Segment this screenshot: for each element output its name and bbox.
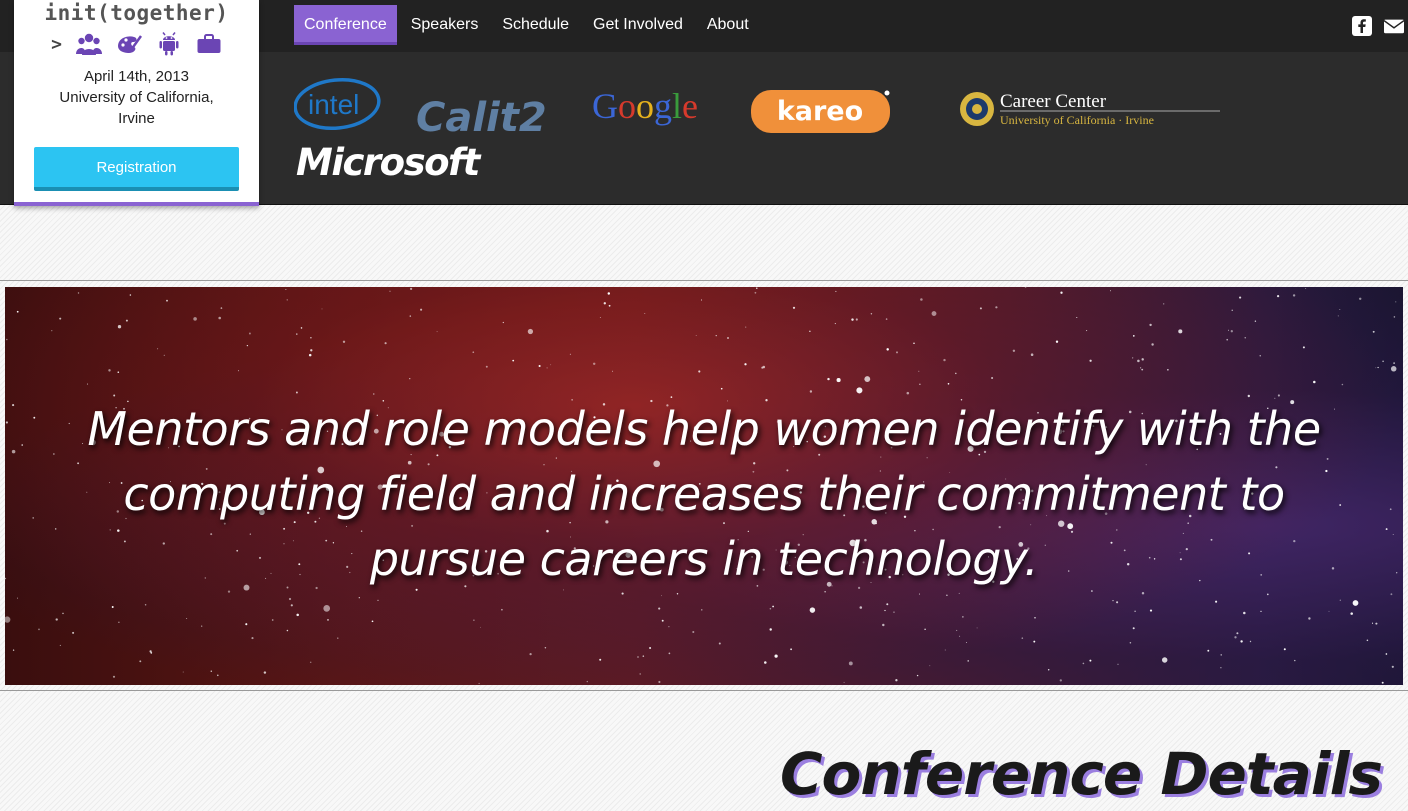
career-center-title: Career Center — [1000, 91, 1107, 112]
envelope-icon[interactable] — [1384, 16, 1404, 36]
nav-item-conference[interactable]: Conference — [294, 5, 397, 45]
android-icon — [159, 32, 179, 56]
event-location-line1: University of California, — [59, 89, 214, 106]
palette-icon — [117, 35, 142, 53]
hero-bottom-divider — [0, 690, 1408, 691]
nav-item-schedule[interactable]: Schedule — [492, 5, 579, 45]
hero-banner: Mentors and role models help women ident… — [5, 287, 1403, 685]
section-title: Conference Details — [779, 740, 1383, 808]
nav-item-get-involved[interactable]: Get Involved — [583, 5, 693, 45]
microsoft-logo[interactable]: Microsoft — [296, 140, 496, 182]
facebook-icon[interactable] — [1352, 16, 1372, 36]
nav-item-about[interactable]: About — [697, 5, 759, 45]
event-date: April 14th, 2013 — [83, 68, 190, 85]
calit2-logo[interactable]: Calit2 — [416, 88, 556, 138]
intel-logo[interactable]: intel — [294, 74, 384, 134]
microsoft-text: Microsoft — [296, 141, 482, 182]
hero-top-divider — [0, 280, 1408, 281]
registration-button[interactable]: Registration — [34, 147, 239, 191]
kareo-text: kareo — [777, 96, 863, 127]
calit2-text: Calit2 — [416, 95, 547, 138]
career-center-logo[interactable]: Career Center University of California ·… — [958, 88, 1228, 130]
kareo-logo[interactable]: kareo — [750, 88, 895, 136]
briefcase-icon — [197, 34, 221, 53]
event-info-card: init(together) > April 14th, 2013 Univer… — [14, 0, 259, 206]
nav-item-speakers[interactable]: Speakers — [401, 5, 489, 45]
google-logo[interactable]: Google — [592, 84, 707, 130]
social-links — [1352, 16, 1404, 36]
google-text: Google — [592, 86, 698, 126]
hero-quote: Mentors and role models help women ident… — [87, 402, 1321, 586]
career-center-subtitle: University of California · Irvine — [1000, 113, 1154, 127]
nav-menu: Conference Speakers Schedule Get Involve… — [294, 5, 763, 45]
event-location-line2: Irvine — [118, 110, 155, 127]
prompt-symbol: > — [51, 33, 62, 55]
intel-text: intel — [308, 89, 359, 120]
people-icon — [75, 33, 102, 55]
brand-title: init(together) — [44, 1, 229, 25]
brand-icon-row: > — [14, 31, 259, 57]
